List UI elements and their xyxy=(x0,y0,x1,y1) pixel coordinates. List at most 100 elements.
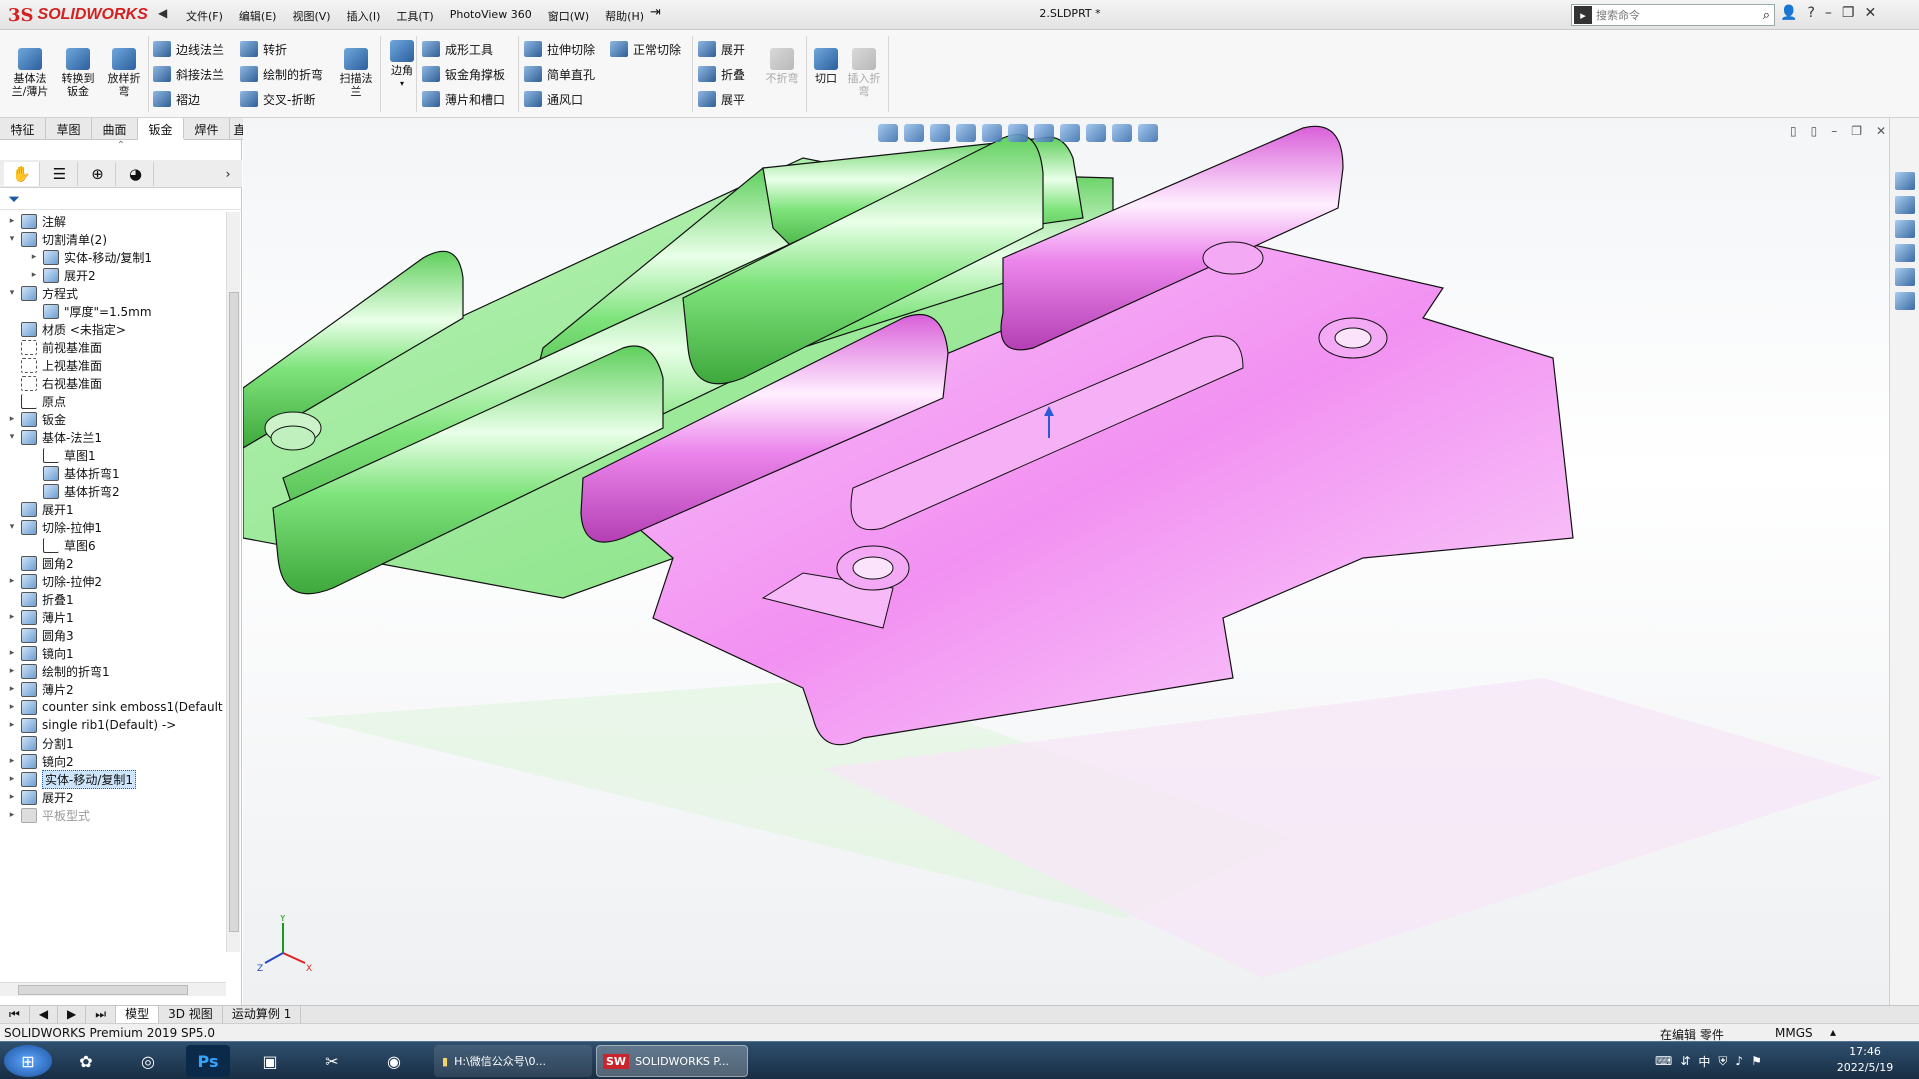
display-manager-tab-icon[interactable]: ◕ xyxy=(118,162,154,186)
insert-bends-button[interactable]: 插入折 弯 xyxy=(842,48,886,98)
fold-button[interactable]: 折叠 xyxy=(698,63,745,85)
search-input[interactable]: 搜索命令 xyxy=(1596,7,1763,23)
graphics-viewport[interactable] xyxy=(242,118,1889,1005)
swept-flange-button[interactable]: 扫描法 兰 xyxy=(334,48,378,98)
zoom-to-fit-icon[interactable] xyxy=(878,124,898,142)
tab-3d-views[interactable]: 3D 视图 xyxy=(159,1005,223,1024)
expand-arrow-icon[interactable]: ▸ xyxy=(6,612,18,622)
corner-dropdown-icon[interactable]: ▾ xyxy=(380,77,424,90)
taskbar-folder[interactable]: ▮ H:\微信公众号\0... xyxy=(434,1045,592,1077)
design-library-icon[interactable] xyxy=(1895,196,1915,214)
expand-arrow-icon[interactable]: ▸ xyxy=(6,216,18,226)
menu-item-1[interactable]: 编辑(E) xyxy=(231,4,285,26)
expand-arrow-icon[interactable]: ▸ xyxy=(28,270,40,280)
search-mode-icon[interactable]: ▸ xyxy=(1574,6,1592,24)
viewport-restore-icon[interactable]: ❐ xyxy=(1851,124,1862,138)
tab-4[interactable]: 焊件 xyxy=(184,118,230,140)
tree-node[interactable]: 折叠1 xyxy=(6,590,74,608)
edge-flange-button[interactable]: 边线法兰 xyxy=(153,38,224,60)
unfold-button[interactable]: 展开 xyxy=(698,38,745,60)
start-button-icon[interactable]: ⊞ xyxy=(4,1045,52,1077)
section-view-icon[interactable] xyxy=(956,124,976,142)
menu-item-7[interactable]: 帮助(H) xyxy=(597,4,652,26)
menu-item-0[interactable]: 文件(F) xyxy=(178,4,231,26)
volume-icon[interactable]: ♪ xyxy=(1735,1054,1743,1068)
menu-item-5[interactable]: PhotoView 360 xyxy=(442,4,540,26)
tab-and-slot-button[interactable]: 薄片和槽口 xyxy=(422,88,505,110)
filter-icon[interactable]: ⏷ xyxy=(8,190,20,208)
property-manager-tab-icon[interactable]: ☰ xyxy=(42,162,78,186)
network-icon[interactable]: ⇵ xyxy=(1680,1054,1690,1068)
tab-motion-study[interactable]: 运动算例 1 xyxy=(223,1005,302,1024)
tree-node[interactable]: ▸ 绘制的折弯1 xyxy=(6,662,110,680)
browser-icon[interactable]: ◎ xyxy=(126,1045,170,1077)
configuration-manager-tab-icon[interactable]: ⊕ xyxy=(80,162,116,186)
units-dropdown-icon[interactable]: ▴ xyxy=(1830,1025,1836,1039)
solidworks-resources-icon[interactable] xyxy=(1895,172,1915,190)
corner-button[interactable]: 边角 ▾ xyxy=(380,40,424,90)
tree-node[interactable]: ▾ 切割清单(2) xyxy=(6,230,107,248)
tree-node[interactable]: ▸ 平板型式 xyxy=(6,806,90,824)
previous-view-icon[interactable] xyxy=(930,124,950,142)
expand-arrow-icon[interactable]: ▸ xyxy=(6,774,18,784)
panel-expand-icon[interactable]: › xyxy=(210,162,246,186)
restore-icon[interactable]: ❐ xyxy=(1842,5,1855,21)
lofted-bend-button[interactable]: 放样折 弯 xyxy=(102,48,146,98)
tree-node[interactable]: 基体折弯1 xyxy=(28,464,120,482)
tree-node[interactable]: 原点 xyxy=(6,392,66,410)
tab-model[interactable]: 模型 xyxy=(116,1005,160,1024)
tab-2[interactable]: 曲面 xyxy=(92,118,138,140)
taskbar-clock[interactable]: 17:46 2022/5/19 xyxy=(1820,1044,1910,1076)
base-flange-button[interactable]: 基体法 兰/薄片 xyxy=(8,48,52,98)
view-palette-icon[interactable] xyxy=(1895,244,1915,262)
custom-properties-icon[interactable] xyxy=(1895,292,1915,310)
edit-appearance-icon[interactable] xyxy=(1086,124,1106,142)
tree-node[interactable]: ▸ 钣金 xyxy=(6,410,66,428)
convert-to-sheet-metal-button[interactable]: 转换到 钣金 xyxy=(56,48,100,98)
no-bends-button[interactable]: 不折弯 xyxy=(760,48,804,85)
expand-arrow-icon[interactable]: ▸ xyxy=(6,810,18,820)
photos-icon[interactable]: ✿ xyxy=(64,1045,108,1077)
tree-horizontal-scrollbar[interactable] xyxy=(0,982,226,996)
hide-show-items-icon[interactable] xyxy=(1060,124,1080,142)
forming-tool-button[interactable]: 成形工具 xyxy=(422,38,493,60)
menu-collapse-arrow-icon[interactable]: ◀ xyxy=(158,6,167,20)
normal-cut-button[interactable]: 正常切除 xyxy=(610,38,681,60)
security-icon[interactable]: ⛨ xyxy=(1718,1054,1727,1069)
viewport-close-icon[interactable]: ✕ xyxy=(1876,124,1886,138)
collapse-arrow-icon[interactable]: ▾ xyxy=(6,522,18,532)
photoshop-icon[interactable]: Ps xyxy=(186,1045,230,1077)
expand-arrow-icon[interactable]: ▸ xyxy=(6,702,18,712)
sheet-metal-gusset-button[interactable]: 钣金角撑板 xyxy=(422,63,505,85)
tree-node[interactable]: 前视基准面 xyxy=(6,338,102,356)
flag-icon[interactable]: ⚑ xyxy=(1751,1054,1762,1068)
flatten-button[interactable]: 展平 xyxy=(698,88,745,110)
tab-3[interactable]: 钣金 xyxy=(138,118,184,140)
user-icon[interactable]: 👤 xyxy=(1780,5,1797,21)
expand-arrow-icon[interactable]: ▸ xyxy=(6,720,18,730)
h-scrollbar-thumb[interactable] xyxy=(18,985,188,995)
menu-item-2[interactable]: 视图(V) xyxy=(284,4,338,26)
tree-node[interactable]: 圆角2 xyxy=(6,554,74,572)
expand-arrow-icon[interactable]: ▸ xyxy=(28,252,40,262)
menu-item-4[interactable]: 工具(T) xyxy=(388,4,441,26)
appearances-icon[interactable] xyxy=(1895,268,1915,286)
tree-node[interactable]: ▸ 注解 xyxy=(6,212,66,230)
tree-node[interactable]: ▾ 方程式 xyxy=(6,284,78,302)
cross-break-button[interactable]: 交叉-折断 xyxy=(240,88,315,110)
expand-arrow-icon[interactable]: ▸ xyxy=(6,756,18,766)
expand-arrow-icon[interactable]: ▸ xyxy=(6,666,18,676)
menu-item-6[interactable]: 窗口(W) xyxy=(540,4,597,26)
tree-node[interactable]: 草图6 xyxy=(28,536,96,554)
tree-node[interactable]: ▸ 切除-拉伸2 xyxy=(6,572,102,590)
tree-vertical-scrollbar[interactable] xyxy=(226,212,240,952)
tab-1[interactable]: 草图 xyxy=(46,118,92,140)
nav-first-icon[interactable]: ⏮ xyxy=(0,1005,30,1024)
collapse-arrow-icon[interactable]: ▾ xyxy=(6,234,18,244)
solidworks-logo[interactable]: 3S SOLIDWORKS xyxy=(8,3,154,27)
tree-node[interactable]: ▾ 切除-拉伸1 xyxy=(6,518,102,536)
tree-node[interactable]: ▸ single rib1(Default) -> xyxy=(6,716,176,734)
tree-node[interactable]: 分割1 xyxy=(6,734,74,752)
keyboard-icon[interactable]: ⌨ xyxy=(1655,1054,1672,1068)
dynamic-annotation-icon[interactable] xyxy=(982,124,1002,142)
